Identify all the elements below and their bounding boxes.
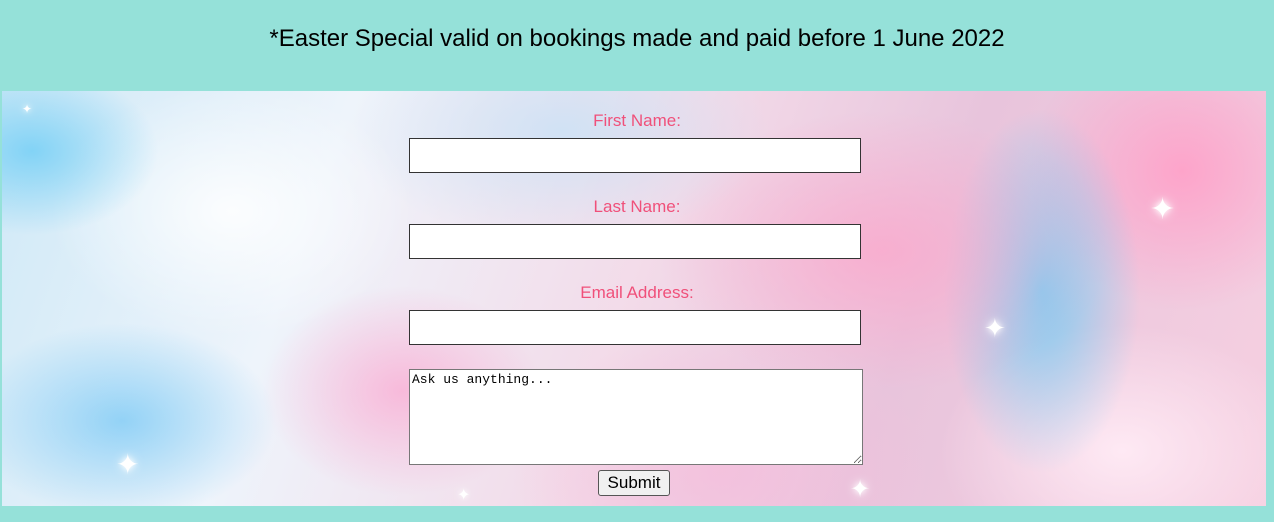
first-name-label: First Name: [593,111,681,130]
first-name-input[interactable] [409,138,861,173]
email-address-input[interactable] [409,310,861,345]
last-name-input[interactable] [409,224,861,259]
contact-section-background: ✦ ✦ ✦ ✦ ✦ ✦ First Name: Last Name: Email… [2,91,1266,506]
contact-form: First Name: Last Name: Email Address: Su… [2,91,1266,506]
last-name-label: Last Name: [593,197,681,216]
message-textarea[interactable] [409,369,863,465]
submit-button[interactable]: Submit [598,470,670,496]
easter-special-notice: *Easter Special valid on bookings made a… [269,25,1005,52]
announcement-banner: *Easter Special valid on bookings made a… [0,0,1274,91]
email-address-label: Email Address: [580,283,694,302]
